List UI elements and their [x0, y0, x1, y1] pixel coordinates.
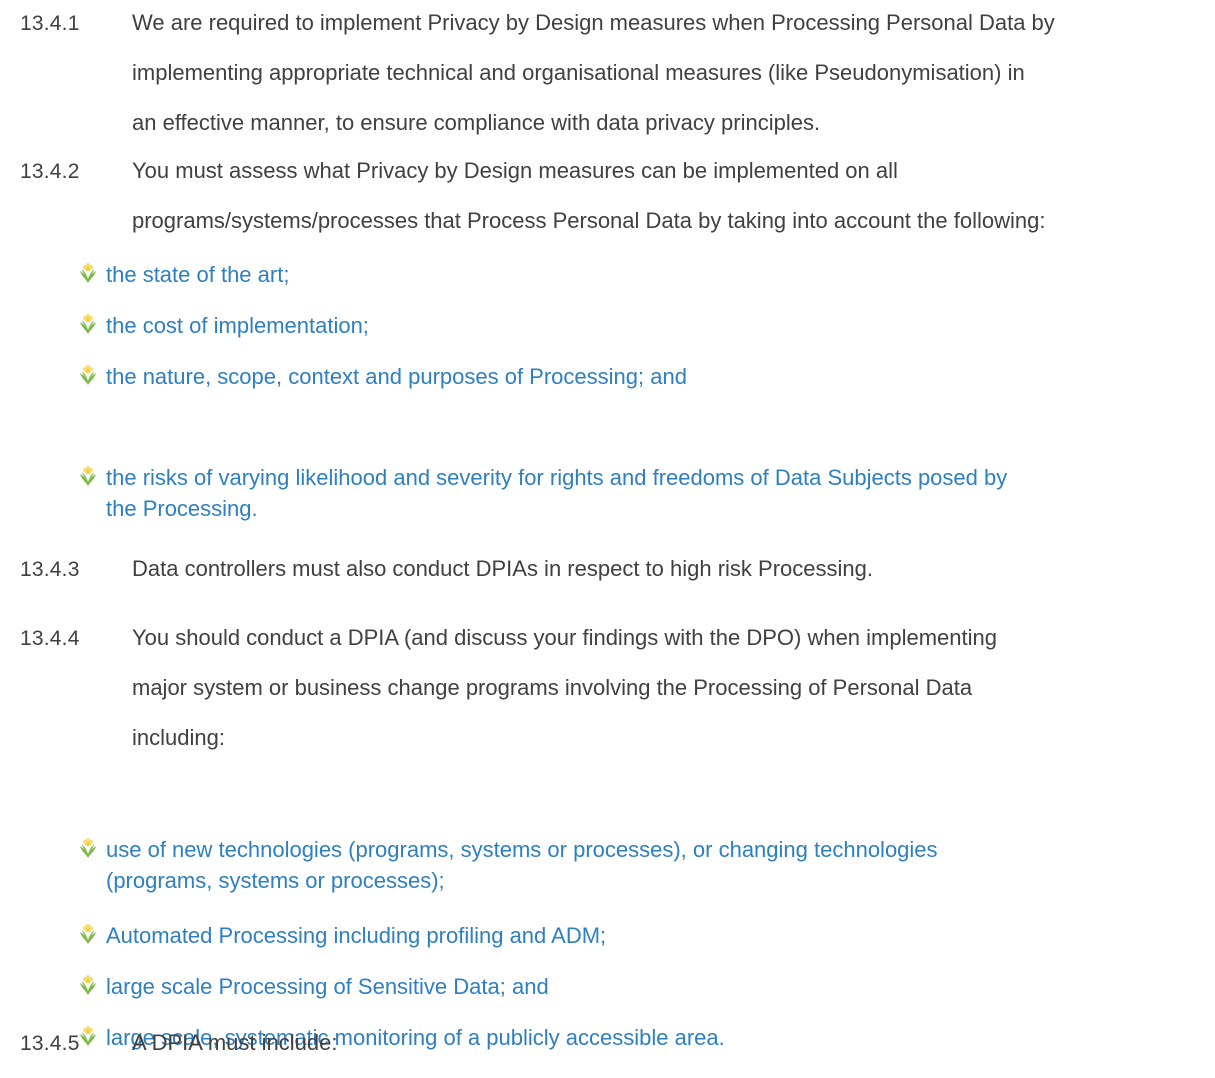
flower-bullet-icon — [80, 263, 96, 283]
clause-line: You should conduct a DPIA (and discuss y… — [132, 625, 997, 650]
clause-text: We are required to implement Privacy by … — [132, 8, 1207, 158]
bullet-line: the cost of implementation; — [106, 313, 369, 338]
clause-line: implementing appropriate technical and o… — [132, 60, 1025, 85]
clause-number: 13.4.4 — [20, 627, 80, 650]
bullet-text: large scale Processing of Sensitive Data… — [106, 971, 1206, 1002]
bullet-line: Automated Processing including profiling… — [106, 923, 607, 948]
clause-text: Data controllers must also conduct DPIAs… — [132, 554, 1207, 604]
clause-number: 13.4.3 — [20, 558, 80, 581]
clause-line: an effective manner, to ensure complianc… — [132, 110, 821, 135]
flower-bullet-icon — [80, 314, 96, 334]
clause-line: Data controllers must also conduct DPIAs… — [132, 556, 873, 581]
clause-line: including: — [132, 725, 225, 750]
bullet-text: use of new technologies (programs, syste… — [106, 834, 1206, 896]
flower-bullet-icon — [80, 924, 96, 944]
bullet-line: the state of the art; — [106, 262, 290, 287]
bullet-text: the nature, scope, context and purposes … — [106, 361, 1206, 392]
clause-text: You should conduct a DPIA (and discuss y… — [132, 623, 1207, 773]
clause-line: A DPIA must include: — [132, 1030, 338, 1055]
clause-text: You must assess what Privacy by Design m… — [132, 156, 1207, 256]
bullet-text: the risks of varying likelihood and seve… — [106, 462, 1206, 524]
bullet-line: the risks of varying likelihood and seve… — [106, 465, 1008, 490]
clause-line: programs/systems/processes that Process … — [132, 208, 1046, 233]
bullet-text: Automated Processing including profiling… — [106, 920, 1206, 951]
bullet-line: (programs, systems or processes); — [106, 868, 445, 893]
flower-bullet-icon — [80, 466, 96, 486]
bullet-line: use of new technologies (programs, syste… — [106, 837, 938, 862]
clause-number: 13.4.5 — [20, 1032, 80, 1055]
clause-line: major system or business change programs… — [132, 675, 973, 700]
bullet-line: the nature, scope, context and purposes … — [106, 364, 687, 389]
document-page: 13.4.1 We are required to implement Priv… — [0, 0, 1215, 1068]
flower-bullet-icon — [80, 1026, 96, 1046]
flower-bullet-icon — [80, 365, 96, 385]
clause-text: A DPIA must include: — [132, 1028, 1207, 1078]
bullet-text: the state of the art; — [106, 259, 1206, 290]
flower-bullet-icon — [80, 838, 96, 858]
clause-line: You must assess what Privacy by Design m… — [132, 158, 898, 183]
clause-number: 13.4.2 — [20, 160, 80, 183]
bullet-line: the Processing. — [106, 496, 258, 521]
clause-number: 13.4.1 — [20, 12, 80, 35]
flower-bullet-icon — [80, 975, 96, 995]
clause-line: We are required to implement Privacy by … — [132, 10, 1055, 35]
bullet-text: the cost of implementation; — [106, 310, 1206, 341]
bullet-line: large scale Processing of Sensitive Data… — [106, 974, 549, 999]
